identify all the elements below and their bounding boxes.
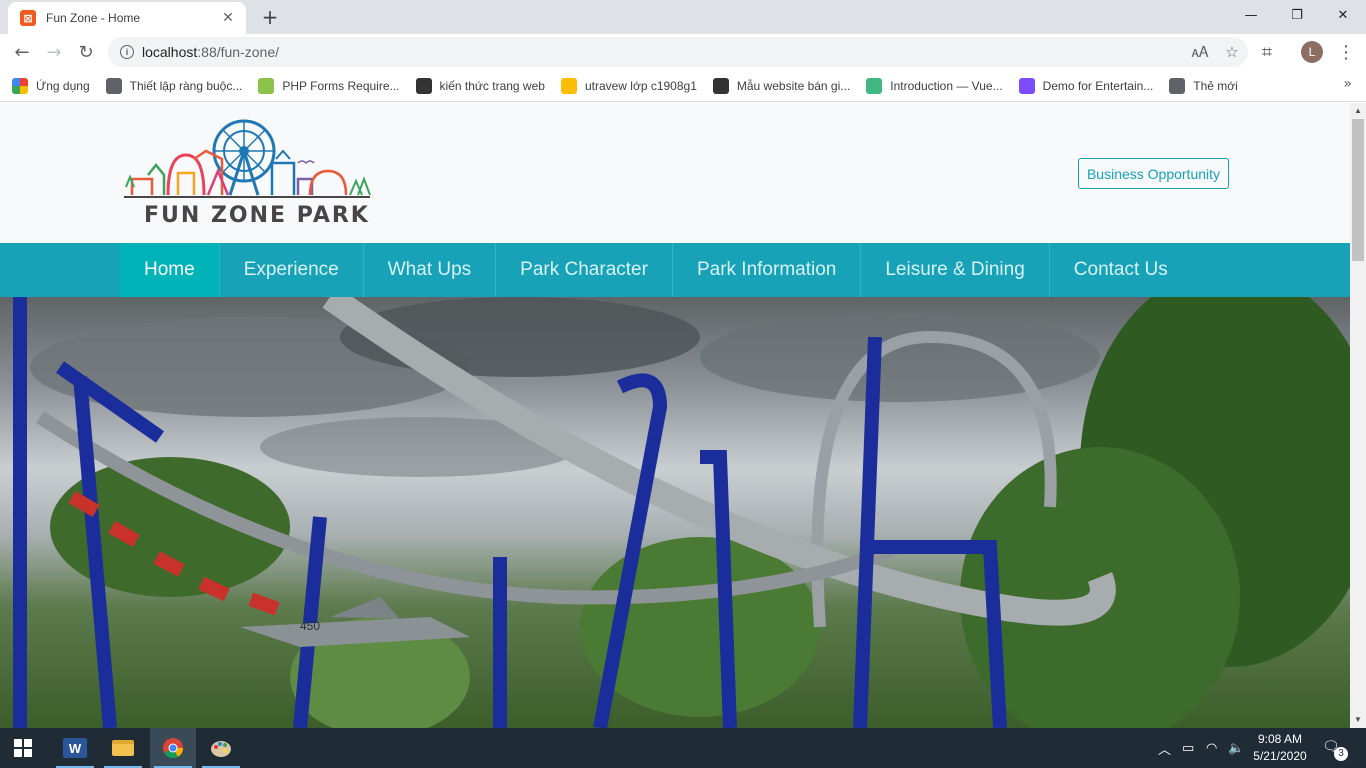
nav-item-park-character[interactable]: Park Character — [496, 243, 673, 297]
clock-time: 9:08 AM — [1257, 732, 1303, 746]
bookmark-item[interactable]: Mẫu website bán gi... — [712, 77, 851, 94]
url-text[interactable]: localhost:88/fun-zone/ — [142, 44, 1184, 60]
translate-icon[interactable]: 🗚 — [1184, 43, 1216, 61]
start-button[interactable] — [0, 728, 46, 768]
bookmark-label: utravew lớp c1908g1 — [584, 78, 697, 93]
scroll-thumb[interactable] — [1352, 119, 1364, 261]
nav-item-park-information[interactable]: Park Information — [673, 243, 862, 297]
site-info-icon[interactable]: i — [120, 45, 134, 59]
address-bar[interactable]: i localhost:88/fun-zone/ 🗚 ☆ — [108, 37, 1248, 67]
close-window-button[interactable]: ✕ — [1320, 0, 1366, 30]
logo-text: FUN ZONE PARK — [144, 203, 370, 228]
ferris-wheel-icon — [124, 119, 371, 198]
windows-logo-icon — [14, 739, 32, 757]
wifi-icon[interactable]: ◠ — [1206, 728, 1217, 768]
svg-text:450: 450 — [300, 619, 320, 633]
minimize-window-button[interactable]: — — [1228, 0, 1274, 30]
bookmark-item[interactable]: Ứng dụng — [12, 77, 90, 94]
file-explorer-icon[interactable] — [100, 728, 146, 768]
bookmark-item[interactable]: Introduction — Vue... — [866, 77, 1003, 94]
tab-title: Fun Zone - Home — [46, 11, 141, 25]
nav-item-experience[interactable]: Experience — [220, 243, 364, 297]
bookmark-star-icon[interactable]: ☆ — [1216, 43, 1248, 61]
business-opportunity-button[interactable]: Business Opportunity — [1078, 158, 1229, 189]
bookmark-label: Mẫu website bán gi... — [736, 78, 851, 93]
tray-overflow-icon[interactable]: ︿ — [1158, 728, 1171, 768]
fun-zone-park-logo[interactable]: FUN ZONE PARK — [122, 115, 372, 228]
battery-icon[interactable]: ▭ — [1182, 728, 1194, 768]
bookmark-favicon-icon — [712, 77, 729, 94]
bookmark-label: Thiết lập ràng buộc... — [129, 78, 243, 93]
xampp-favicon-icon: ⊠ — [20, 10, 36, 26]
web-page: FUN ZONE PARK Business Opportunity Home E… — [0, 103, 1350, 728]
bookmark-favicon-icon — [866, 77, 883, 94]
browser-toolbar: ← → ↻ i localhost:88/fun-zone/ 🗚 ☆ ⌗ L ⋮ — [0, 34, 1366, 70]
nav-item-contact-us[interactable]: Contact Us — [1050, 243, 1192, 297]
clock-date: 5/21/2020 — [1253, 749, 1307, 763]
main-navigation: Home Experience What Ups Park Character Park… — [0, 243, 1350, 297]
bookmark-label: Demo for Entertain... — [1042, 78, 1154, 93]
bookmark-item[interactable]: PHP Forms Require... — [258, 77, 400, 94]
palette-icon — [211, 741, 231, 757]
nav-item-home[interactable]: Home — [120, 243, 220, 297]
volume-icon[interactable]: 🔈 — [1228, 728, 1244, 768]
chrome-logo-icon — [163, 738, 184, 759]
bookmarks-overflow-icon[interactable]: » — [1343, 76, 1352, 92]
paint-app-icon[interactable] — [198, 728, 244, 768]
nav-item-leisure-dining[interactable]: Leisure & Dining — [861, 243, 1050, 297]
browser-menu-icon[interactable]: ⋮ — [1332, 38, 1360, 66]
extension-icon[interactable]: ⌗ — [1253, 38, 1281, 66]
bookmark-favicon-icon — [560, 77, 577, 94]
roller-coaster-illustration: 450 — [13, 297, 1350, 728]
bookmark-item[interactable]: utravew lớp c1908g1 — [560, 77, 697, 94]
word-app-icon[interactable]: W — [52, 728, 98, 768]
restore-window-button[interactable]: ❐ — [1274, 0, 1320, 30]
bookmark-item[interactable]: Thẻ mới — [1169, 77, 1238, 94]
browser-tab[interactable]: ⊠ Fun Zone - Home ✕ — [8, 2, 246, 34]
browser-tab-strip: ⊠ Fun Zone - Home ✕ + — ❐ ✕ — [0, 0, 1366, 34]
new-tab-button[interactable]: + — [258, 6, 282, 28]
bookmark-item[interactable]: Thiết lập ràng buộc... — [105, 77, 243, 94]
profile-avatar[interactable]: L — [1301, 41, 1323, 63]
site-header: FUN ZONE PARK Business Opportunity — [0, 103, 1350, 243]
back-button[interactable]: ← — [8, 38, 36, 66]
bookmark-favicon-icon — [1169, 77, 1186, 94]
bookmark-favicon-icon — [258, 77, 275, 94]
reload-button[interactable]: ↻ — [72, 38, 100, 66]
notification-count-badge: 3 — [1334, 747, 1348, 761]
nav-item-what-ups[interactable]: What Ups — [364, 243, 497, 297]
apps-grid-icon — [12, 77, 28, 94]
forward-button[interactable]: → — [40, 38, 68, 66]
bookmark-favicon-icon — [1018, 77, 1035, 94]
scroll-down-icon[interactable]: ▼ — [1350, 712, 1366, 728]
bookmark-label: PHP Forms Require... — [282, 78, 400, 93]
close-tab-icon[interactable]: ✕ — [220, 10, 236, 26]
scroll-up-icon[interactable]: ▲ — [1350, 103, 1366, 119]
windows-taskbar: W ︿ ▭ ◠ 🔈 9:08 AM 5/21/2020 🗨 3 — [0, 728, 1366, 768]
bookmark-label: Introduction — Vue... — [890, 78, 1003, 93]
page-scrollbar[interactable]: ▲ ▼ — [1350, 103, 1366, 728]
bookmark-label: Ứng dụng — [36, 78, 90, 93]
bookmark-item[interactable]: Demo for Entertain... — [1018, 77, 1154, 94]
chrome-app-icon[interactable] — [150, 728, 196, 768]
bookmark-item[interactable]: kiến thức trang web — [415, 77, 545, 94]
bookmark-favicon-icon — [105, 77, 122, 94]
hero-roller-coaster-image: 450 — [0, 297, 1350, 728]
bookmark-label: Thẻ mới — [1193, 78, 1238, 93]
bookmark-label: kiến thức trang web — [439, 78, 545, 93]
bookmark-favicon-icon — [415, 77, 432, 94]
bookmarks-bar: Ứng dụng Thiết lập ràng buộc... PHP Forms … — [0, 70, 1366, 102]
taskbar-clock[interactable]: 9:08 AM 5/21/2020 — [1250, 731, 1310, 765]
